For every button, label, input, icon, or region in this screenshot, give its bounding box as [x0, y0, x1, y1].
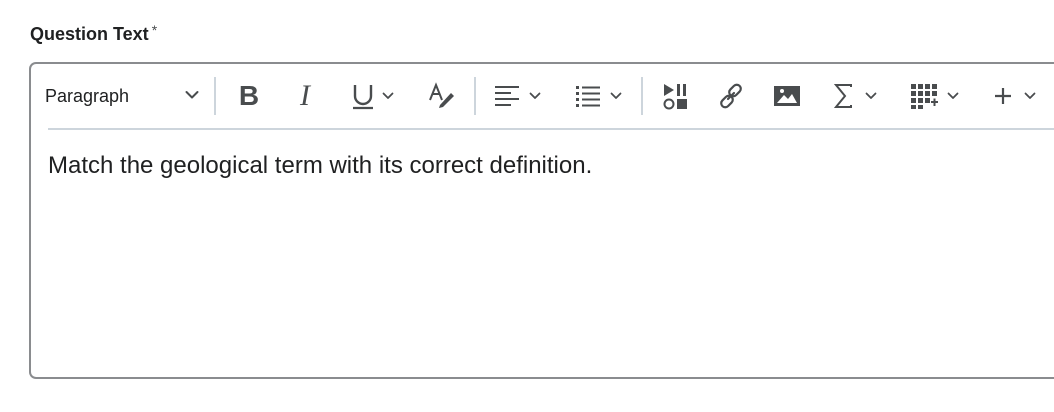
sigma-icon: [833, 82, 855, 110]
field-label-text: Question Text: [30, 24, 149, 44]
italic-button[interactable]: I: [288, 74, 322, 118]
rich-text-editor: Paragraph B I Match the geological term …: [29, 62, 1054, 379]
media-icon: [660, 81, 690, 111]
text-color-icon: [427, 82, 457, 110]
chevron-down-icon: [529, 92, 541, 100]
required-marker: *: [151, 22, 158, 38]
chevron-down-icon: [382, 92, 394, 100]
toolbar-divider: [641, 77, 643, 115]
italic-icon: I: [294, 82, 316, 110]
table-button[interactable]: [903, 74, 965, 118]
bold-icon: B: [238, 83, 260, 109]
chevron-down-icon: [865, 92, 877, 100]
align-button[interactable]: [486, 74, 548, 118]
block-format-value: Paragraph: [45, 85, 130, 106]
insert-more-button[interactable]: [986, 74, 1042, 118]
bullet-list-icon: [574, 84, 602, 108]
chevron-down-icon: [610, 92, 622, 100]
question-text-field: Question Text * Paragraph B I Match the …: [0, 0, 1054, 412]
equation-button[interactable]: [827, 74, 883, 118]
text-color-button[interactable]: [424, 74, 460, 118]
underline-icon: [350, 81, 376, 111]
insert-link-button[interactable]: [713, 74, 749, 118]
insert-image-button[interactable]: [769, 74, 805, 118]
editor-content[interactable]: Match the geological term with its corre…: [48, 152, 592, 180]
plus-icon: [992, 85, 1014, 107]
link-icon: [716, 81, 746, 111]
chevron-down-icon: [947, 92, 959, 100]
list-button[interactable]: [567, 74, 629, 118]
block-format-select[interactable]: Paragraph: [37, 74, 209, 118]
editor-toolbar: Paragraph B I: [31, 64, 1054, 128]
toolbar-divider: [474, 77, 476, 115]
insert-media-button[interactable]: [657, 74, 693, 118]
toolbar-separator: [48, 128, 1054, 130]
chevron-down-icon: [1024, 92, 1036, 100]
chevron-down-icon: [185, 87, 199, 105]
svg-text:B: B: [239, 83, 259, 109]
underline-button[interactable]: [343, 74, 401, 118]
field-label: Question Text *: [30, 22, 158, 45]
svg-text:I: I: [299, 82, 312, 110]
table-icon: [909, 82, 939, 110]
toolbar-divider: [214, 77, 216, 115]
image-icon: [772, 83, 802, 109]
align-left-icon: [493, 84, 521, 108]
bold-button[interactable]: B: [232, 74, 266, 118]
